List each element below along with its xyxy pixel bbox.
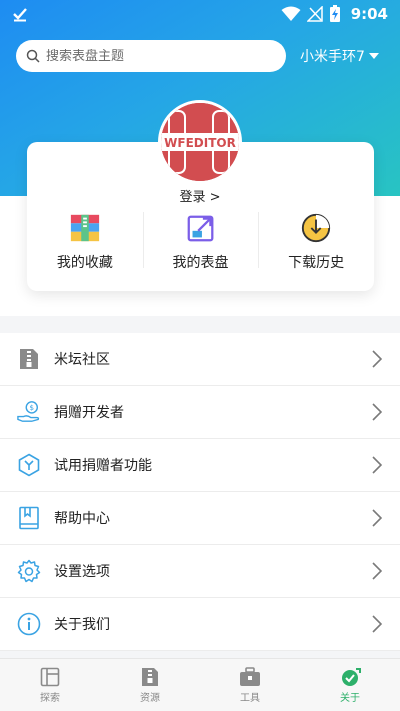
search-icon (26, 49, 40, 63)
quick-actions: 我的收藏 我的表盘 下载历史 (27, 212, 374, 272)
quick-action-label: 我的表盘 (172, 255, 229, 271)
book-icon (17, 506, 41, 530)
menu-item-label: 试用捐赠者功能 (54, 458, 152, 474)
quick-action-label: 下载历史 (288, 255, 345, 271)
menu-item-donate[interactable]: $ 捐赠开发者 (0, 386, 400, 439)
tab-explore[interactable]: 探索 (0, 659, 100, 711)
menu-item-trial-donor-features[interactable]: 试用捐赠者功能 (0, 439, 400, 492)
search-bar[interactable] (16, 40, 286, 72)
tab-label: 资源 (140, 693, 160, 704)
status-bar: 9:04 (0, 0, 400, 28)
info-icon (17, 612, 41, 636)
menu-item-label: 米坛社区 (54, 352, 110, 368)
svg-text:$: $ (29, 403, 34, 412)
caret-down-icon (368, 53, 379, 59)
tab-about[interactable]: 关于 (300, 659, 400, 711)
tab-tools[interactable]: 工具 (200, 659, 300, 711)
hexagon-icon (17, 453, 41, 477)
menu-item-label: 捐赠开发者 (54, 405, 124, 421)
quick-action-label: 我的收藏 (56, 255, 113, 271)
menu-item-settings[interactable]: 设置选项 (0, 545, 400, 598)
menu-item-label: 设置选项 (54, 564, 110, 580)
clock: 9:04 (350, 5, 388, 23)
quick-action-my-watchfaces[interactable]: 我的表盘 (142, 212, 259, 272)
chevron-right-icon (372, 403, 382, 421)
archive-icon (70, 214, 99, 242)
tab-resources[interactable]: 资源 (100, 659, 200, 711)
wifi-icon (281, 6, 301, 21)
tab-label: 关于 (340, 693, 360, 704)
search-input[interactable] (46, 48, 266, 64)
bottom-tab-bar: 探索 资源 工具 关于 (0, 658, 400, 711)
chevron-right-icon (372, 509, 382, 527)
avatar-logo: WFEDITOR (161, 103, 239, 181)
donate-hand-icon: $ (17, 400, 41, 424)
svg-text:WFEDITOR: WFEDITOR (164, 136, 236, 150)
login-link[interactable]: 登录 > (0, 186, 400, 205)
menu-item-about-us[interactable]: 关于我们 (0, 598, 400, 651)
resource-icon (142, 668, 158, 686)
gear-icon (17, 559, 41, 583)
quick-action-download-history[interactable]: 下载历史 (258, 212, 374, 272)
zip-file-icon (17, 347, 41, 371)
chevron-right-icon (372, 562, 382, 580)
explore-icon (40, 667, 60, 687)
avatar[interactable]: WFEDITOR (158, 100, 242, 184)
check-notification-icon (13, 8, 27, 22)
menu-item-community[interactable]: 米坛社区 (0, 333, 400, 386)
menu-item-label: 关于我们 (54, 617, 110, 633)
settings-menu: 米坛社区 $ 捐赠开发者 试用捐赠者功能 帮助中心 设置选项 关于我们 (0, 333, 400, 651)
battery-charging-icon (329, 5, 340, 22)
tab-label: 探索 (40, 693, 60, 704)
device-selector[interactable]: 小米手环7 (300, 46, 379, 66)
chevron-right-icon (372, 615, 382, 633)
device-selector-label: 小米手环7 (300, 49, 365, 65)
download-history-icon (302, 213, 331, 243)
toolbox-icon (240, 667, 260, 686)
export-icon (187, 215, 213, 242)
no-signal-icon (306, 6, 323, 22)
about-icon (342, 668, 361, 686)
quick-action-favorites[interactable]: 我的收藏 (27, 212, 143, 272)
menu-item-help-center[interactable]: 帮助中心 (0, 492, 400, 545)
chevron-right-icon (372, 456, 382, 474)
menu-item-label: 帮助中心 (54, 511, 110, 527)
chevron-right-icon (372, 350, 382, 368)
tab-label: 工具 (240, 693, 260, 704)
